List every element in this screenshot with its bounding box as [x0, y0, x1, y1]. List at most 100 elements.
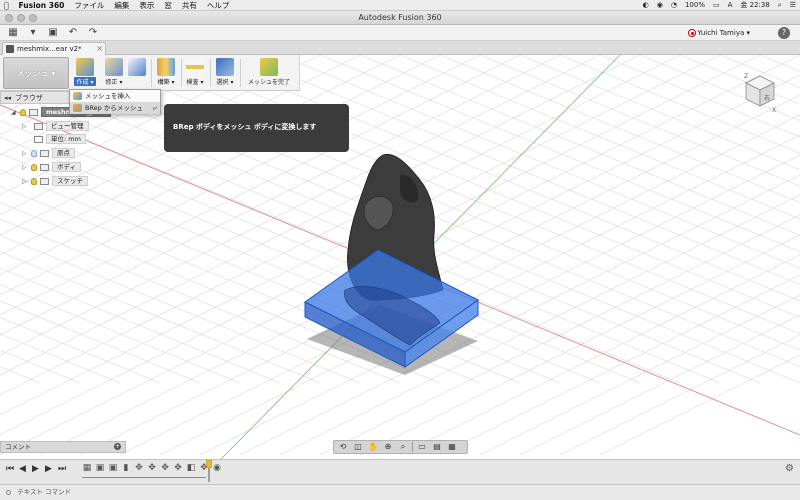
menu-item-insert-mesh[interactable]: メッシュを挿入	[70, 90, 160, 102]
browser-row-bodies[interactable]: ▷ ボディ	[22, 162, 99, 173]
battery-icon[interactable]: ▭	[713, 0, 720, 11]
timeline-feature-icon[interactable]: ◧	[186, 463, 196, 473]
finish-mesh-button[interactable]: メッシュを完了	[244, 57, 294, 89]
command-tooltip: BRep ボディをメッシュ ボディに変換します	[164, 104, 349, 152]
modify-extra-button[interactable]	[126, 57, 148, 89]
timeline-track[interactable]	[82, 477, 206, 480]
user-account-menu[interactable]: Yuichi Tamiya ▾	[697, 25, 750, 41]
notification-center-icon[interactable]: ☰	[790, 0, 796, 11]
battery-percent[interactable]: 100%	[685, 0, 705, 11]
expand-icon[interactable]: ▷	[22, 176, 27, 187]
visibility-bulb-icon[interactable]	[20, 109, 26, 116]
save-icon[interactable]: ▣	[46, 27, 60, 39]
apple-menu-icon[interactable]: 	[4, 0, 9, 11]
add-comment-icon[interactable]: +	[114, 443, 121, 450]
wifi-icon[interactable]: ◔	[671, 0, 677, 11]
menu-help[interactable]: ヘルプ	[207, 0, 230, 11]
workspace-switcher[interactable]: メッシュ ▾	[3, 57, 69, 89]
record-status-icon[interactable]: ◉	[657, 0, 663, 11]
orbit-icon[interactable]: ⟲	[337, 442, 349, 452]
document-tab-label: meshmix...ear v2*	[17, 45, 82, 53]
minimize-window-button[interactable]	[17, 14, 25, 22]
timeline-feature-icon[interactable]: ✥	[147, 463, 157, 473]
close-tab-icon[interactable]: ×	[96, 43, 103, 55]
app-menu[interactable]: Fusion 360	[19, 0, 65, 11]
expand-root-icon[interactable]: ◢	[11, 107, 16, 118]
browser-row-sketches[interactable]: ▷ スケッチ	[22, 176, 99, 187]
zoom-icon[interactable]: ⊕	[382, 442, 394, 452]
record-icon[interactable]	[688, 29, 696, 37]
construct-menu-label: 構築 ▾	[157, 79, 175, 86]
text-commands-bar[interactable]: テキスト コマンド	[0, 484, 800, 500]
select-menu-button[interactable]: 選択 ▾	[213, 57, 237, 89]
grid-settings-icon[interactable]: ▤	[431, 442, 443, 452]
close-window-button[interactable]	[5, 14, 13, 22]
menu-view[interactable]: 表示	[139, 0, 154, 11]
fit-icon[interactable]: ⌕	[397, 442, 409, 452]
menu-edit[interactable]: 編集	[114, 0, 129, 11]
select-menu-label: 選択 ▾	[216, 79, 234, 86]
expand-icon[interactable]: ▷	[22, 121, 27, 132]
inspect-menu-button[interactable]: 検査 ▾	[184, 57, 206, 89]
display-settings-icon[interactable]: ▭	[416, 442, 428, 452]
browser-row-view-management[interactable]: ▷ ビュー管理	[22, 121, 99, 132]
viewports-icon[interactable]: ▦	[446, 442, 458, 452]
browser-row-label: 単位: mm	[46, 134, 86, 144]
timeline-marker[interactable]	[206, 460, 212, 482]
timeline-feature-icon[interactable]: ▮	[121, 463, 131, 473]
expand-icon[interactable]: ▷	[22, 148, 27, 159]
ground-grid	[0, 55, 800, 460]
menu-item-brep-to-mesh[interactable]: BRep からメッシュ ⤶	[70, 102, 160, 114]
look-at-icon[interactable]: ◫	[352, 442, 364, 452]
play-icon[interactable]: ▶	[32, 464, 39, 474]
expand-icon[interactable]: ▷	[22, 162, 27, 173]
canvas-viewport[interactable]	[0, 55, 800, 460]
macos-menubar:  Fusion 360 ファイル 編集 表示 窓 共有 ヘルプ ◐ ◉ ◔ 1…	[0, 0, 800, 11]
visibility-bulb-icon[interactable]	[31, 150, 37, 157]
viewcube[interactable]: 右 Z X	[742, 72, 778, 114]
browser-header[interactable]: ◂◂ ブラウザ	[0, 91, 80, 104]
measure-icon	[186, 58, 204, 76]
undo-icon[interactable]: ↶	[66, 27, 80, 39]
ribbon-separator	[151, 59, 152, 87]
timeline-feature-icon[interactable]: ✥	[173, 463, 183, 473]
visibility-bulb-icon[interactable]	[31, 178, 37, 185]
create-mesh-icon	[76, 58, 94, 76]
spotlight-icon[interactable]: ⌕	[778, 0, 782, 11]
finish-mesh-icon	[260, 58, 278, 76]
menu-window[interactable]: 窓	[164, 0, 172, 11]
timeline-feature-icon[interactable]: ◉	[212, 463, 222, 473]
construct-menu-button[interactable]: 構築 ▾	[155, 57, 177, 89]
data-panel-grid-icon[interactable]: ▦	[6, 27, 20, 39]
help-icon[interactable]: ?	[778, 27, 790, 39]
create-menu-button[interactable]: 作成 ▾	[74, 57, 96, 89]
menu-file[interactable]: ファイル	[74, 0, 104, 11]
collapse-browser-icon[interactable]: ◂◂	[4, 92, 11, 104]
file-menu-icon[interactable]: ▾	[26, 27, 40, 39]
menu-share[interactable]: 共有	[182, 0, 197, 11]
go-to-start-icon[interactable]: ⏮	[6, 464, 14, 474]
timeline-settings-gear-icon[interactable]: ⚙	[785, 463, 794, 474]
timeline-feature-icon[interactable]: ✥	[134, 463, 144, 473]
comments-panel[interactable]: コメント +	[0, 441, 126, 453]
browser-row-origin[interactable]: ▷ 原点	[22, 148, 99, 159]
timeline-feature-icon[interactable]: ▣	[95, 463, 105, 473]
step-forward-icon[interactable]: ▶	[45, 464, 52, 474]
input-method-icon[interactable]: A	[728, 0, 733, 11]
step-back-icon[interactable]: ◀	[19, 464, 26, 474]
pan-icon[interactable]: ✋	[367, 442, 379, 452]
modify-menu-button[interactable]: 修正 ▾	[104, 57, 124, 89]
visibility-bulb-icon[interactable]	[31, 164, 37, 171]
folder-icon	[40, 178, 49, 185]
clock[interactable]: 金 22:38	[740, 0, 769, 11]
status-icon[interactable]: ◐	[643, 0, 649, 11]
browser-row-units[interactable]: 単位: mm	[33, 134, 99, 145]
timeline-feature-icon[interactable]: ▣	[108, 463, 118, 473]
timeline-feature-icon[interactable]: ✥	[160, 463, 170, 473]
redo-icon[interactable]: ↷	[86, 27, 100, 39]
timeline-feature-icon[interactable]: ▦	[82, 463, 92, 473]
submenu-arrow-icon: ⤶	[152, 103, 157, 112]
go-to-end-icon[interactable]: ⏭	[58, 464, 66, 474]
document-tab[interactable]: meshmix...ear v2* ×	[2, 42, 106, 55]
zoom-window-button[interactable]	[29, 14, 37, 22]
